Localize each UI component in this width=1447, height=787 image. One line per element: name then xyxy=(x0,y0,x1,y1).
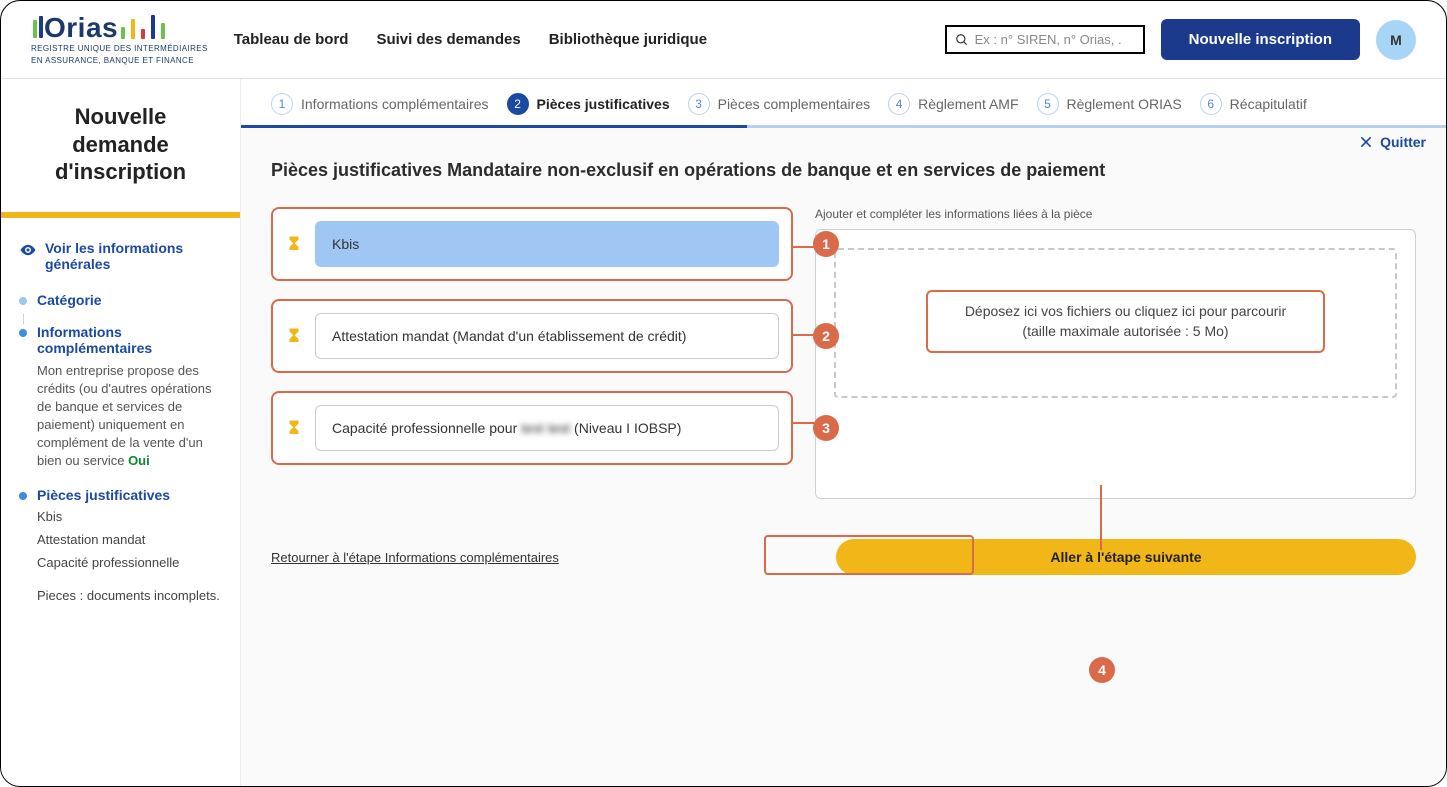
search-input[interactable]: Ex : n° SIREN, n° Orias, . xyxy=(945,25,1145,54)
doc-card-capacite[interactable]: Capacité professionnelle pour test test … xyxy=(271,391,793,465)
dot-icon xyxy=(19,329,27,337)
header: Orias REGISTRE UNIQUE DES INTERMÉDIAIRES… xyxy=(1,1,1446,79)
stepper: 1Informations complémentaires 2Pièces ju… xyxy=(241,79,1446,125)
sidebar-item-category[interactable]: Catégorie xyxy=(19,292,222,308)
new-registration-button[interactable]: Nouvelle inscription xyxy=(1161,19,1360,60)
sidebar-pieces-status: Pieces : documents incomplets. xyxy=(37,588,222,603)
upload-section-label: Ajouter et compléter les informations li… xyxy=(815,207,1416,221)
step-1[interactable]: 1Informations complémentaires xyxy=(271,93,489,115)
sidebar-piece-attestation[interactable]: Attestation mandat xyxy=(37,532,222,547)
dropzone-text: Déposez ici vos fichiers ou cliquez ici … xyxy=(926,290,1325,353)
hourglass-icon xyxy=(285,235,303,253)
logo-tagline-1: REGISTRE UNIQUE DES INTERMÉDIAIRES xyxy=(31,44,208,54)
annotation-3: 3 xyxy=(813,415,839,441)
step-6[interactable]: 6Récapitulatif xyxy=(1200,93,1307,115)
nav-library[interactable]: Bibliothèque juridique xyxy=(549,31,707,48)
step-3[interactable]: 3Pièces complementaires xyxy=(688,93,871,115)
main: 1Informations complémentaires 2Pièces ju… xyxy=(241,79,1446,787)
sidebar-item-pieces[interactable]: Pièces justificatives xyxy=(19,487,222,503)
annotation-4: 4 xyxy=(1089,657,1115,683)
divider xyxy=(1,212,240,218)
dot-icon xyxy=(19,297,27,305)
search-placeholder: Ex : n° SIREN, n° Orias, . xyxy=(975,32,1122,47)
back-link[interactable]: Retourner à l'étape Informations complém… xyxy=(271,550,559,565)
nav-dashboard[interactable]: Tableau de bord xyxy=(234,31,349,48)
sidebar: Nouvelle demande d'inscription Voir les … xyxy=(1,79,241,787)
next-step-button[interactable]: Aller à l'étape suivante xyxy=(836,539,1416,575)
dropzone[interactable]: Déposez ici vos fichiers ou cliquez ici … xyxy=(834,248,1397,398)
quit-button[interactable]: Quitter xyxy=(1358,134,1426,150)
doc-label: Capacité professionnelle pour test test … xyxy=(315,405,779,451)
logo-text: Orias xyxy=(44,14,118,42)
sidebar-piece-capacite[interactable]: Capacité professionnelle xyxy=(37,555,222,570)
hourglass-icon xyxy=(285,327,303,345)
doc-card-attestation[interactable]: Attestation mandat (Mandat d'un établiss… xyxy=(271,299,793,373)
sidebar-title: Nouvelle demande d'inscription xyxy=(19,103,222,186)
page-title: Pièces justificatives Mandataire non-exc… xyxy=(271,160,1416,181)
logo[interactable]: Orias REGISTRE UNIQUE DES INTERMÉDIAIRES… xyxy=(31,14,208,65)
dot-icon xyxy=(19,492,27,500)
avatar[interactable]: M xyxy=(1376,20,1416,60)
logo-tagline-2: EN ASSURANCE, BANQUE ET FINANCE xyxy=(31,56,208,66)
nav-tracking[interactable]: Suivi des demandes xyxy=(376,31,520,48)
step-4[interactable]: 4Règlement AMF xyxy=(888,93,1018,115)
sidebar-item-compl-info[interactable]: Informations complémentaires xyxy=(19,324,222,356)
doc-label: Kbis xyxy=(315,221,779,267)
upload-panel: Déposez ici vos fichiers ou cliquez ici … xyxy=(815,229,1416,499)
annotation-1: 1 xyxy=(813,231,839,257)
eye-icon xyxy=(19,241,37,259)
search-icon xyxy=(955,33,969,47)
compl-info-desc: Mon entreprise propose des crédits (ou d… xyxy=(37,362,222,471)
sidebar-piece-kbis[interactable]: Kbis xyxy=(37,509,222,524)
step-5[interactable]: 5Règlement ORIAS xyxy=(1037,93,1182,115)
annotation-2: 2 xyxy=(813,323,839,349)
close-icon xyxy=(1358,134,1374,150)
view-general-info[interactable]: Voir les informations générales xyxy=(19,240,222,272)
step-2[interactable]: 2Pièces justificatives xyxy=(507,93,670,115)
top-nav: Tableau de bord Suivi des demandes Bibli… xyxy=(234,31,707,48)
doc-card-kbis[interactable]: Kbis 1 xyxy=(271,207,793,281)
hourglass-icon xyxy=(285,419,303,437)
doc-label: Attestation mandat (Mandat d'un établiss… xyxy=(315,313,779,359)
